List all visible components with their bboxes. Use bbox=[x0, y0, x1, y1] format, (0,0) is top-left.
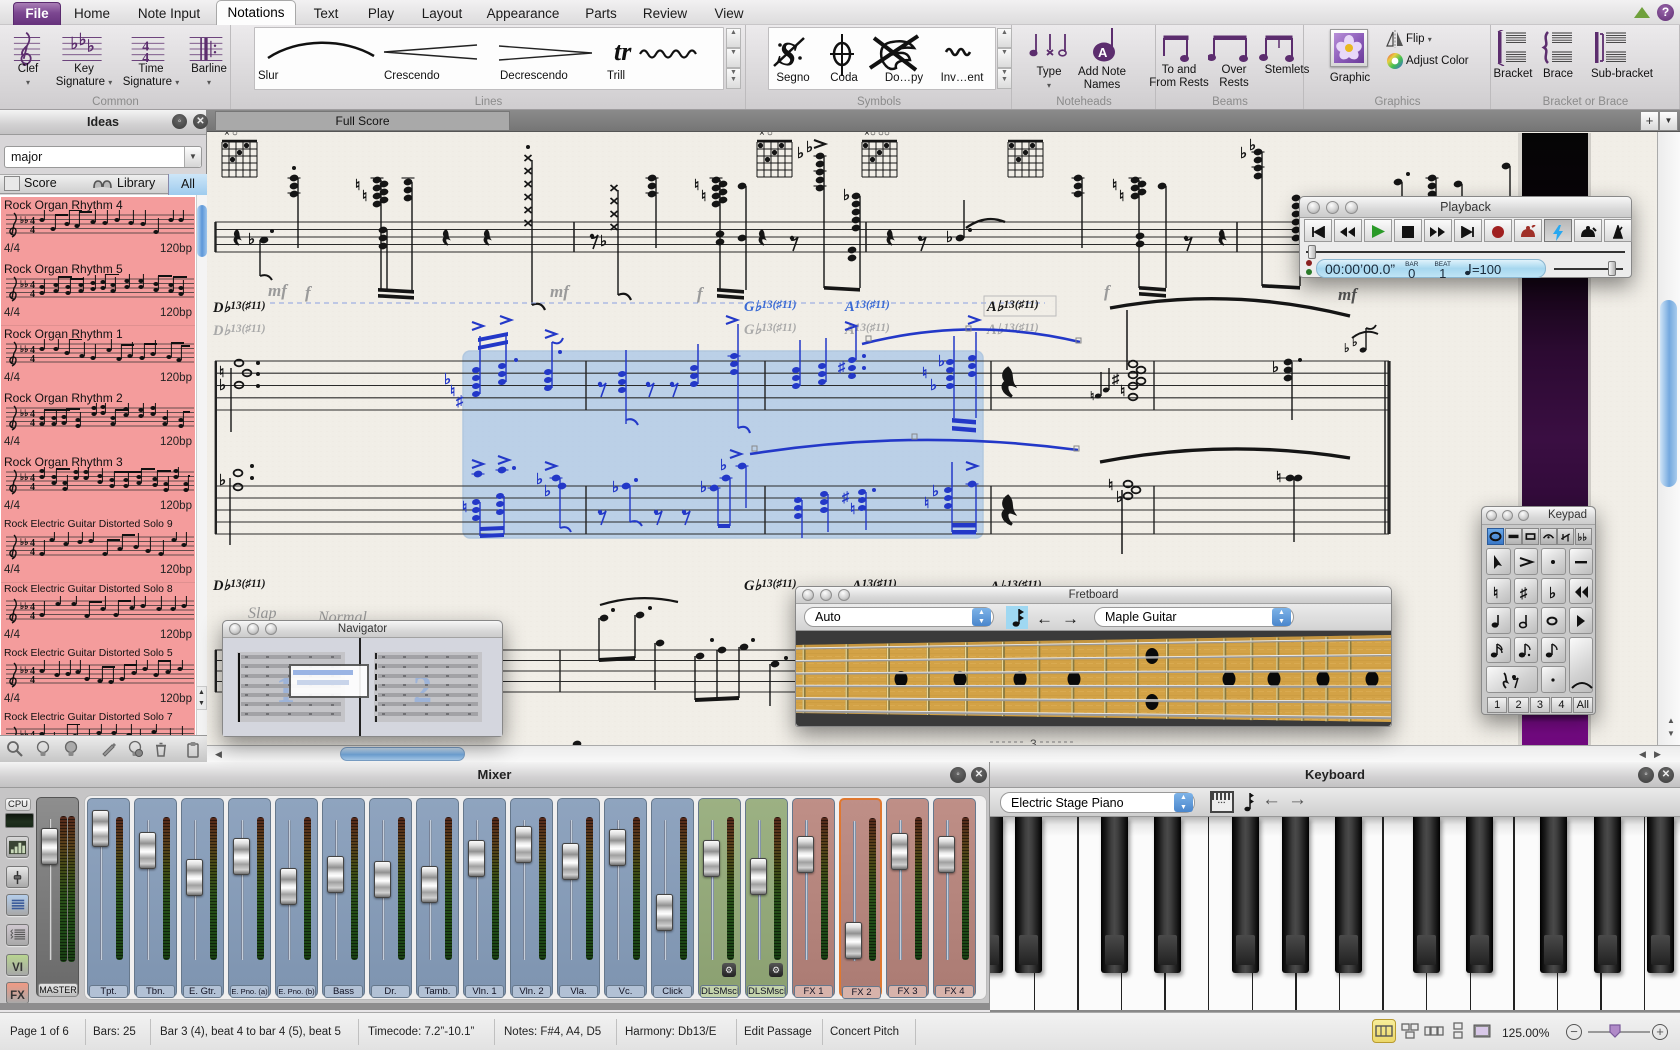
svg-text:♯: ♯ bbox=[456, 394, 464, 410]
svg-text:♭: ♭ bbox=[700, 480, 707, 496]
svg-text:♭♭: ♭♭ bbox=[20, 279, 29, 289]
svg-text:♭: ♭ bbox=[600, 234, 607, 250]
svg-text:♭: ♭ bbox=[87, 36, 95, 55]
svg-text:♭: ♭ bbox=[797, 146, 804, 162]
svg-text:♮: ♮ bbox=[450, 384, 455, 400]
svg-text:♭♭: ♭♭ bbox=[20, 344, 29, 354]
svg-text:♮: ♮ bbox=[922, 366, 927, 382]
svg-text:♭: ♭ bbox=[248, 232, 255, 248]
svg-text:♭: ♭ bbox=[544, 484, 551, 500]
svg-text:4: 4 bbox=[30, 289, 35, 300]
svg-text:4: 4 bbox=[30, 482, 35, 493]
svg-text:♭♭: ♭♭ bbox=[20, 408, 29, 418]
svg-text:tr: tr bbox=[614, 37, 632, 66]
svg-text:♮: ♮ bbox=[1090, 389, 1094, 403]
svg-text:♯: ♯ bbox=[838, 360, 846, 376]
svg-text:♭: ♭ bbox=[219, 378, 226, 394]
svg-text:♮: ♮ bbox=[1119, 189, 1124, 205]
svg-text:♮: ♮ bbox=[362, 189, 367, 205]
svg-text:♭: ♭ bbox=[843, 188, 850, 204]
svg-text:A: A bbox=[1098, 45, 1108, 60]
svg-text:♭: ♭ bbox=[1344, 341, 1350, 355]
svg-text:4: 4 bbox=[30, 611, 35, 622]
svg-text:4: 4 bbox=[30, 418, 35, 429]
svg-text:♭: ♭ bbox=[71, 34, 79, 53]
svg-text:mf: mf bbox=[550, 282, 571, 301]
svg-text:♮: ♮ bbox=[850, 502, 855, 518]
svg-text:♭♭: ♭♭ bbox=[20, 601, 29, 611]
svg-text:♮: ♮ bbox=[1493, 586, 1498, 601]
svg-text:♭: ♭ bbox=[932, 484, 939, 500]
svg-text:♯: ♯ bbox=[1520, 586, 1528, 601]
svg-text:♭♭: ♭♭ bbox=[20, 537, 29, 547]
svg-text:♮: ♮ bbox=[1112, 178, 1117, 194]
svg-text:♭: ♭ bbox=[806, 140, 813, 156]
svg-text:♭: ♭ bbox=[612, 480, 619, 496]
svg-text:♮: ♮ bbox=[462, 500, 467, 516]
svg-text:♮: ♮ bbox=[924, 496, 929, 512]
svg-text:♭: ♭ bbox=[938, 354, 945, 370]
svg-text:mf: mf bbox=[268, 281, 289, 300]
svg-text:♭: ♭ bbox=[1240, 146, 1247, 162]
svg-text:♭: ♭ bbox=[1549, 586, 1556, 601]
svg-text:♭♭: ♭♭ bbox=[1577, 533, 1587, 544]
svg-text:♭: ♭ bbox=[79, 31, 87, 49]
svg-text:♭: ♭ bbox=[536, 472, 543, 488]
svg-text:♭: ♭ bbox=[946, 230, 953, 246]
svg-text:4: 4 bbox=[30, 354, 35, 365]
svg-text:♮: ♮ bbox=[1120, 384, 1125, 400]
svg-text:♭: ♭ bbox=[1272, 360, 1279, 376]
svg-text:♭♭: ♭♭ bbox=[20, 215, 29, 225]
svg-text:♯: ♯ bbox=[842, 490, 850, 506]
svg-text:♮: ♮ bbox=[1108, 478, 1113, 494]
svg-text:mf: mf bbox=[1338, 285, 1359, 304]
svg-text:♭♭: ♭♭ bbox=[20, 472, 29, 482]
svg-text:♯: ♯ bbox=[1112, 372, 1120, 388]
svg-text:♭: ♭ bbox=[720, 458, 727, 474]
svg-text:4: 4 bbox=[30, 675, 35, 686]
svg-text:4: 4 bbox=[30, 547, 35, 558]
svg-text:♮: ♮ bbox=[355, 178, 360, 194]
svg-text:♭: ♭ bbox=[930, 378, 937, 394]
svg-text:♮: ♮ bbox=[694, 178, 699, 194]
svg-text:♮: ♮ bbox=[701, 189, 706, 205]
svg-text:♭: ♭ bbox=[219, 473, 226, 489]
svg-text:4: 4 bbox=[30, 225, 35, 236]
svg-text:♭♭: ♭♭ bbox=[20, 665, 29, 675]
